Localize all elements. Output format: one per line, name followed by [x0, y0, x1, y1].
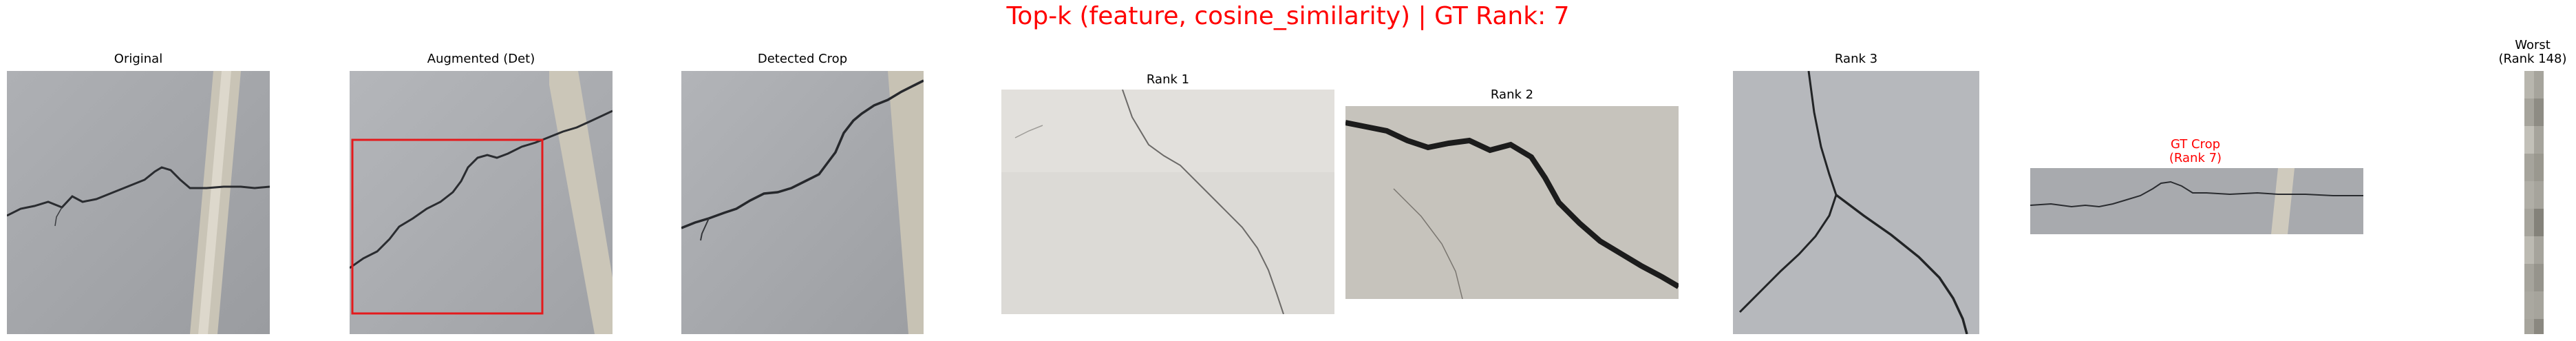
pixel-block — [2534, 264, 2544, 291]
gt-crop-caption: GT Crop (Rank 7) — [2030, 138, 2361, 165]
rank1-image — [1001, 90, 1334, 314]
pixel-block — [2534, 99, 2544, 126]
wall-highlight — [1001, 90, 1334, 172]
figure: Top-k (feature, cosine_similarity) | GT … — [0, 0, 2576, 341]
gt-crop-caption-line1: GT Crop — [2170, 137, 2221, 152]
gt-crop-image — [2030, 168, 2363, 234]
rank1-caption: Rank 1 — [1146, 72, 1190, 87]
wall-surface — [2030, 168, 2363, 234]
original-caption: Original — [114, 52, 163, 66]
augmented-image — [350, 71, 613, 334]
pixel-block — [2524, 126, 2534, 154]
figure-title: Top-k (feature, cosine_similarity) | GT … — [1006, 2, 1570, 30]
pixel-block — [2534, 154, 2544, 181]
wall-surface — [681, 71, 924, 334]
rank3-image — [1733, 71, 1979, 334]
rank3-caption: Rank 3 — [1834, 52, 1878, 66]
pixel-block — [2524, 291, 2534, 319]
worst-caption-line2: (Rank 148) — [2498, 52, 2567, 66]
pixel-block — [2534, 209, 2544, 236]
pixel-block — [2534, 319, 2544, 334]
worst-caption: Worst (Rank 148) — [2498, 39, 2567, 66]
pixel-block — [2524, 181, 2534, 209]
wall-surface — [1733, 71, 1979, 334]
original-image — [7, 71, 270, 334]
rank2-caption: Rank 2 — [1490, 87, 1534, 102]
detected-caption: Detected Crop — [757, 52, 848, 66]
detected-crop-image — [681, 71, 924, 334]
worst-image — [2524, 71, 2544, 334]
pixel-block — [2524, 71, 2534, 99]
pixel-block — [2524, 236, 2534, 264]
worst-caption-line1: Worst — [2515, 38, 2551, 52]
augmented-caption: Augmented (Det) — [427, 52, 535, 66]
gt-crop-caption-line2: (Rank 7) — [2169, 151, 2222, 165]
rank2-image — [1345, 106, 1679, 299]
